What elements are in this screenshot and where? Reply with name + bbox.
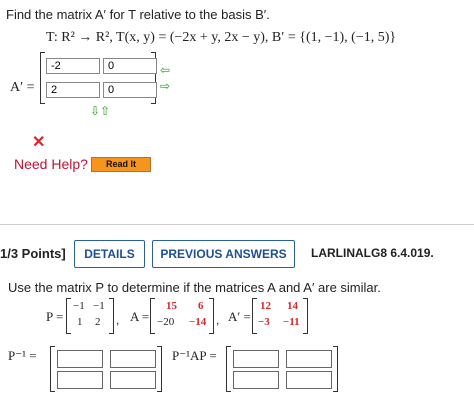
- p-label: P =: [46, 309, 64, 324]
- pinvap-label: P⁻¹AP =: [172, 348, 217, 363]
- a-11: 15: [166, 300, 177, 312]
- q1-mapping: T: R² → R², T(x, y) = (−2x + y, 2x − y),…: [46, 30, 397, 45]
- aprime2-22: −11: [283, 316, 300, 328]
- p-21: 1: [77, 316, 83, 328]
- aprime2-12: 14: [287, 300, 298, 312]
- p-11: −1: [73, 300, 85, 312]
- aprime-entry-22[interactable]: [103, 82, 157, 98]
- section-divider: [0, 224, 474, 225]
- incorrect-icon: ✕: [32, 134, 46, 151]
- a-label: A =: [130, 309, 150, 324]
- q1-prompt: Find the matrix A′ for T relative to the…: [6, 7, 270, 22]
- a-21: −20: [157, 316, 175, 328]
- a-12: 6: [198, 300, 204, 312]
- need-help-label: Need Help?: [14, 156, 88, 172]
- row-swap-up-icon[interactable]: ⇦: [160, 63, 170, 77]
- col-up-icon[interactable]: ⇧: [100, 104, 110, 118]
- comma-1: ,: [116, 313, 120, 327]
- read-it-button[interactable]: Read It: [91, 157, 151, 172]
- aprime-entry-12[interactable]: [103, 58, 157, 74]
- row-swap-down-icon[interactable]: ⇨: [160, 79, 170, 93]
- aprime2-11: 12: [260, 300, 271, 312]
- pinv-label: P⁻¹ =: [8, 348, 37, 363]
- pinvap-entry-12[interactable]: [286, 350, 332, 368]
- aprime2-label: A′ =: [228, 309, 251, 324]
- pinv-entry-21[interactable]: [57, 371, 103, 389]
- col-down-icon[interactable]: ⇩: [90, 104, 100, 118]
- pinv-entry-12[interactable]: [110, 350, 156, 368]
- aprime-entry-21[interactable]: [46, 82, 100, 98]
- points-label: 1/3 Points]: [0, 246, 66, 261]
- p-22: 2: [95, 316, 101, 328]
- a-22: −14: [189, 316, 207, 328]
- comma-2: ,: [216, 313, 220, 327]
- aprime2-21: −3: [258, 316, 270, 328]
- pinvap-entry-22[interactable]: [286, 371, 332, 389]
- previous-answers-button[interactable]: PREVIOUS ANSWERS: [152, 240, 295, 268]
- aprime-entry-11[interactable]: [46, 58, 100, 74]
- q2-prompt: Use the matrix P to determine if the mat…: [8, 280, 381, 295]
- pinv-entry-22[interactable]: [110, 371, 156, 389]
- details-button[interactable]: DETAILS: [74, 240, 145, 268]
- p-12: −1: [93, 300, 105, 312]
- pinvap-entry-21[interactable]: [233, 371, 279, 389]
- pinv-entry-11[interactable]: [57, 350, 103, 368]
- aprime-label: A′ =: [10, 80, 35, 95]
- pinvap-entry-11[interactable]: [233, 350, 279, 368]
- problem-code: LARLINALG8 6.4.019.: [311, 246, 434, 260]
